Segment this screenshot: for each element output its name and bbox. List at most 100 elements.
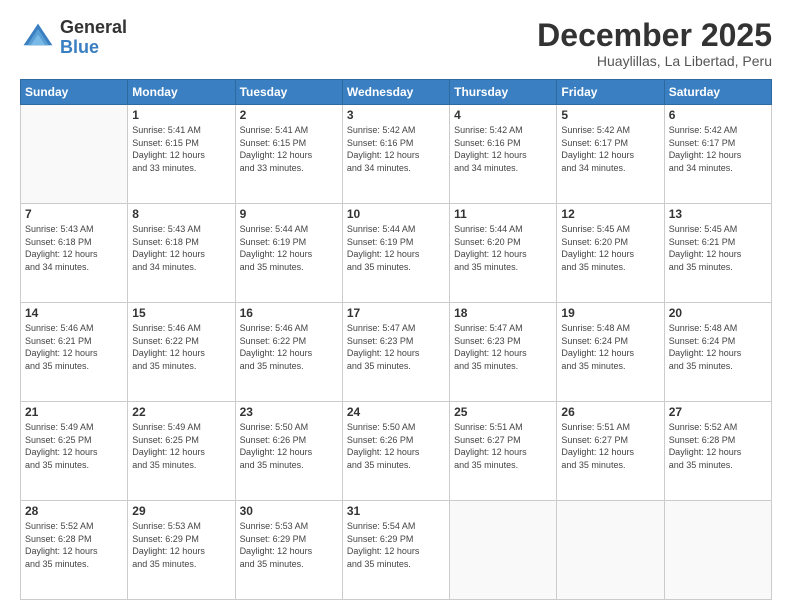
header: General Blue December 2025 Huaylillas, L… — [20, 18, 772, 69]
calendar-cell: 8 Sunrise: 5:43 AM Sunset: 6:18 PM Daylig… — [128, 204, 235, 303]
weekday-header: Monday — [128, 80, 235, 105]
calendar-cell: 2Sunrise: 5:41 AM Sunset: 6:15 PM Daylig… — [235, 105, 342, 204]
calendar-cell: 7Sunrise: 5:43 AM Sunset: 6:18 PM Daylig… — [21, 204, 128, 303]
day-info: Sunrise: 5:44 AM Sunset: 6:19 PM Dayligh… — [240, 223, 338, 273]
day-number: 24 — [347, 405, 445, 419]
day-number: 25 — [454, 405, 552, 419]
day-info: Sunrise: 5:42 AM Sunset: 6:17 PM Dayligh… — [669, 124, 767, 174]
day-info: Sunrise: 5:47 AM Sunset: 6:23 PM Dayligh… — [347, 322, 445, 372]
calendar-cell: 12 Sunrise: 5:45 AM Sunset: 6:20 PM Dayli… — [557, 204, 664, 303]
calendar-cell — [557, 501, 664, 600]
day-info: Sunrise: 5:45 AM Sunset: 6:20 PM Dayligh… — [561, 223, 659, 273]
day-number: 27 — [669, 405, 767, 419]
title-block: December 2025 Huaylillas, La Libertad, P… — [537, 18, 772, 69]
day-info: Sunrise: 5:46 AM Sunset: 6:22 PM Dayligh… — [132, 322, 230, 372]
day-number: 12 — [561, 207, 659, 221]
calendar-cell — [21, 105, 128, 204]
calendar-cell: 13 Sunrise: 5:45 AM Sunset: 6:21 PM Dayli… — [664, 204, 771, 303]
day-info: Sunrise: 5:48 AM Sunset: 6:24 PM Dayligh… — [669, 322, 767, 372]
calendar-week-row: 14 Sunrise: 5:46 AM Sunset: 6:21 PM Dayli… — [21, 303, 772, 402]
calendar-cell: 28 Sunrise: 5:52 AM Sunset: 6:28 PM Dayli… — [21, 501, 128, 600]
day-number: 17 — [347, 306, 445, 320]
day-number: 11 — [454, 207, 552, 221]
day-info: Sunrise: 5:41 AM Sunset: 6:15 PM Dayligh… — [240, 124, 338, 174]
day-number: 14 — [25, 306, 123, 320]
day-info: Sunrise: 5:46 AM Sunset: 6:21 PM Dayligh… — [25, 322, 123, 372]
calendar-cell: 26Sunrise: 5:51 AM Sunset: 6:27 PM Dayli… — [557, 402, 664, 501]
day-number: 28 — [25, 504, 123, 518]
calendar-cell: 20 Sunrise: 5:48 AM Sunset: 6:24 PM Dayli… — [664, 303, 771, 402]
day-number: 1 — [132, 108, 230, 122]
day-info: Sunrise: 5:42 AM Sunset: 6:16 PM Dayligh… — [454, 124, 552, 174]
calendar-cell — [664, 501, 771, 600]
calendar-cell: 18Sunrise: 5:47 AM Sunset: 6:23 PM Dayli… — [450, 303, 557, 402]
day-number: 18 — [454, 306, 552, 320]
day-number: 13 — [669, 207, 767, 221]
day-info: Sunrise: 5:50 AM Sunset: 6:26 PM Dayligh… — [347, 421, 445, 471]
calendar-cell: 29Sunrise: 5:53 AM Sunset: 6:29 PM Dayli… — [128, 501, 235, 600]
day-number: 5 — [561, 108, 659, 122]
day-info: Sunrise: 5:50 AM Sunset: 6:26 PM Dayligh… — [240, 421, 338, 471]
day-number: 7 — [25, 207, 123, 221]
day-info: Sunrise: 5:54 AM Sunset: 6:29 PM Dayligh… — [347, 520, 445, 570]
day-number: 22 — [132, 405, 230, 419]
day-info: Sunrise: 5:41 AM Sunset: 6:15 PM Dayligh… — [132, 124, 230, 174]
calendar-cell: 27 Sunrise: 5:52 AM Sunset: 6:28 PM Dayli… — [664, 402, 771, 501]
day-info: Sunrise: 5:45 AM Sunset: 6:21 PM Dayligh… — [669, 223, 767, 273]
day-info: Sunrise: 5:51 AM Sunset: 6:27 PM Dayligh… — [454, 421, 552, 471]
day-number: 4 — [454, 108, 552, 122]
calendar-cell: 14 Sunrise: 5:46 AM Sunset: 6:21 PM Dayli… — [21, 303, 128, 402]
day-number: 20 — [669, 306, 767, 320]
weekday-header: Saturday — [664, 80, 771, 105]
day-info: Sunrise: 5:44 AM Sunset: 6:20 PM Dayligh… — [454, 223, 552, 273]
calendar-cell: 9 Sunrise: 5:44 AM Sunset: 6:19 PM Daylig… — [235, 204, 342, 303]
day-info: Sunrise: 5:43 AM Sunset: 6:18 PM Dayligh… — [132, 223, 230, 273]
day-number: 8 — [132, 207, 230, 221]
calendar-cell: 24 Sunrise: 5:50 AM Sunset: 6:26 PM Dayli… — [342, 402, 449, 501]
day-info: Sunrise: 5:48 AM Sunset: 6:24 PM Dayligh… — [561, 322, 659, 372]
subtitle: Huaylillas, La Libertad, Peru — [537, 53, 772, 69]
day-number: 16 — [240, 306, 338, 320]
day-info: Sunrise: 5:49 AM Sunset: 6:25 PM Dayligh… — [25, 421, 123, 471]
calendar-week-row: 1 Sunrise: 5:41 AM Sunset: 6:15 PM Daylig… — [21, 105, 772, 204]
calendar-cell: 23Sunrise: 5:50 AM Sunset: 6:26 PM Dayli… — [235, 402, 342, 501]
calendar-cell: 11 Sunrise: 5:44 AM Sunset: 6:20 PM Dayli… — [450, 204, 557, 303]
calendar-cell: 30Sunrise: 5:53 AM Sunset: 6:29 PM Dayli… — [235, 501, 342, 600]
day-number: 6 — [669, 108, 767, 122]
weekday-header: Thursday — [450, 80, 557, 105]
calendar-week-row: 21 Sunrise: 5:49 AM Sunset: 6:25 PM Dayli… — [21, 402, 772, 501]
calendar-cell: 16 Sunrise: 5:46 AM Sunset: 6:22 PM Dayli… — [235, 303, 342, 402]
day-number: 19 — [561, 306, 659, 320]
calendar-week-row: 28 Sunrise: 5:52 AM Sunset: 6:28 PM Dayli… — [21, 501, 772, 600]
calendar-cell: 1 Sunrise: 5:41 AM Sunset: 6:15 PM Daylig… — [128, 105, 235, 204]
calendar-header-row: SundayMondayTuesdayWednesdayThursdayFrid… — [21, 80, 772, 105]
day-number: 9 — [240, 207, 338, 221]
day-number: 29 — [132, 504, 230, 518]
calendar-cell: 19 Sunrise: 5:48 AM Sunset: 6:24 PM Dayli… — [557, 303, 664, 402]
calendar-cell: 6 Sunrise: 5:42 AM Sunset: 6:17 PM Daylig… — [664, 105, 771, 204]
calendar-week-row: 7 Sunrise: 5:43 AM Sunset: 6:18 PM Daylig… — [21, 204, 772, 303]
day-info: Sunrise: 5:42 AM Sunset: 6:17 PM Dayligh… — [561, 124, 659, 174]
day-info: Sunrise: 5:51 AM Sunset: 6:27 PM Dayligh… — [561, 421, 659, 471]
weekday-header: Tuesday — [235, 80, 342, 105]
calendar-cell: 31Sunrise: 5:54 AM Sunset: 6:29 PM Dayli… — [342, 501, 449, 600]
logo-icon — [20, 20, 56, 56]
day-info: Sunrise: 5:49 AM Sunset: 6:25 PM Dayligh… — [132, 421, 230, 471]
calendar-cell: 17 Sunrise: 5:47 AM Sunset: 6:23 PM Dayli… — [342, 303, 449, 402]
day-info: Sunrise: 5:53 AM Sunset: 6:29 PM Dayligh… — [240, 520, 338, 570]
day-number: 21 — [25, 405, 123, 419]
calendar-cell: 21 Sunrise: 5:49 AM Sunset: 6:25 PM Dayli… — [21, 402, 128, 501]
calendar-cell: 22 Sunrise: 5:49 AM Sunset: 6:25 PM Dayli… — [128, 402, 235, 501]
logo-blue-text: Blue — [60, 38, 127, 58]
logo-text: General Blue — [60, 18, 127, 58]
calendar-cell: 4 Sunrise: 5:42 AM Sunset: 6:16 PM Daylig… — [450, 105, 557, 204]
calendar-cell: 10Sunrise: 5:44 AM Sunset: 6:19 PM Dayli… — [342, 204, 449, 303]
day-number: 3 — [347, 108, 445, 122]
day-info: Sunrise: 5:52 AM Sunset: 6:28 PM Dayligh… — [669, 421, 767, 471]
logo-general-text: General — [60, 18, 127, 38]
day-number: 15 — [132, 306, 230, 320]
day-info: Sunrise: 5:46 AM Sunset: 6:22 PM Dayligh… — [240, 322, 338, 372]
page: General Blue December 2025 Huaylillas, L… — [0, 0, 792, 612]
day-info: Sunrise: 5:52 AM Sunset: 6:28 PM Dayligh… — [25, 520, 123, 570]
day-info: Sunrise: 5:42 AM Sunset: 6:16 PM Dayligh… — [347, 124, 445, 174]
